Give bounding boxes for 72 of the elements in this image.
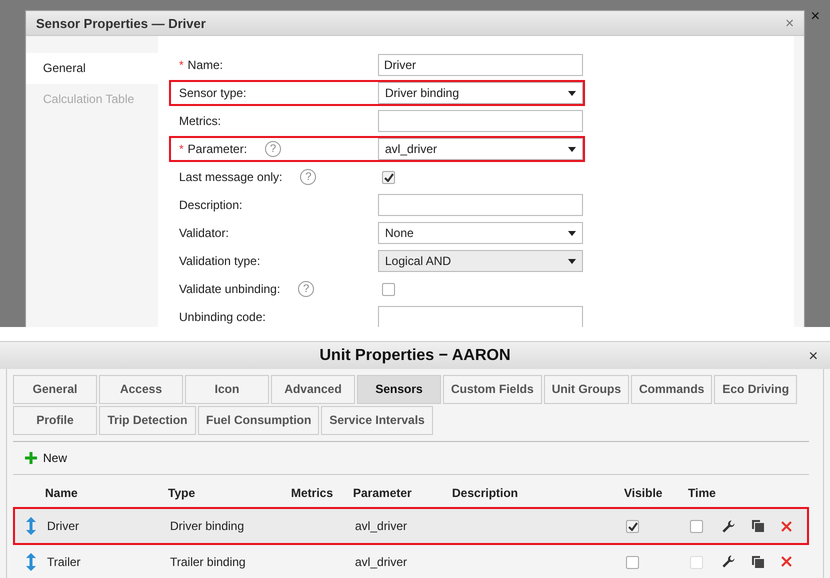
dropdown[interactable]: avl_driver xyxy=(378,138,583,160)
checkbox[interactable] xyxy=(382,283,396,296)
checkbox[interactable] xyxy=(626,556,639,569)
dialog-title: Sensor Properties — Driver xyxy=(36,16,206,30)
tab[interactable]: Fuel Consumption xyxy=(198,406,320,435)
tab[interactable]: Trip Detection xyxy=(99,406,196,435)
tab[interactable]: Icon xyxy=(185,375,269,404)
help-icon[interactable]: ? xyxy=(298,281,314,297)
caret-icon[interactable] xyxy=(568,146,576,152)
window-title: Unit Properties − AARON xyxy=(320,346,510,364)
column-header: Parameter xyxy=(353,486,413,500)
required-mark: * xyxy=(179,142,184,156)
tab[interactable]: Unit Groups xyxy=(544,375,630,404)
input-field[interactable] xyxy=(378,110,583,132)
delete-icon[interactable] xyxy=(781,556,792,567)
copy-icon[interactable] xyxy=(752,556,764,568)
input-field[interactable]: Driver xyxy=(378,54,583,76)
plus-icon[interactable] xyxy=(25,452,37,464)
checkbox[interactable] xyxy=(382,171,396,184)
table-cell-text: Trailer xyxy=(47,554,82,568)
close-button[interactable]: × xyxy=(810,9,820,25)
tab[interactable]: Access xyxy=(99,375,183,404)
field-label: Unbinding code: xyxy=(179,310,266,324)
help-icon[interactable]: ? xyxy=(300,169,316,185)
tab[interactable]: General xyxy=(13,375,97,404)
wrench-icon[interactable] xyxy=(722,555,735,568)
required-mark: * xyxy=(179,58,184,72)
copy-icon[interactable] xyxy=(752,520,764,532)
column-header: Type xyxy=(168,486,196,500)
field-label: Validation type: xyxy=(179,254,260,268)
field-label: Last message only: xyxy=(179,170,282,184)
tab[interactable]: Commands xyxy=(631,375,712,404)
table-cell-text: Driver binding xyxy=(170,519,246,533)
tab[interactable]: Sensors xyxy=(357,375,441,404)
tab[interactable]: Profile xyxy=(13,406,97,435)
table-cell-text: Driver xyxy=(47,519,80,533)
tab[interactable]: General xyxy=(26,53,158,84)
new-button[interactable]: New xyxy=(23,449,70,467)
checkbox[interactable] xyxy=(626,520,639,534)
tab[interactable]: Service Intervals xyxy=(321,406,433,435)
dropdown[interactable]: None xyxy=(378,222,583,244)
field-label: Parameter: xyxy=(188,142,248,156)
column-header: Description xyxy=(452,486,520,500)
close-button[interactable]: × xyxy=(808,348,818,366)
wrench-icon[interactable] xyxy=(722,520,735,532)
tab[interactable]: Custom Fields xyxy=(443,375,542,404)
caret-icon[interactable] xyxy=(568,230,576,236)
field-label: Description: xyxy=(179,198,242,212)
column-header: Metrics xyxy=(291,486,334,500)
delete-icon[interactable] xyxy=(781,520,792,532)
column-header: Name xyxy=(45,486,79,500)
input-field[interactable] xyxy=(378,194,583,216)
input-field[interactable] xyxy=(378,306,583,327)
column-header: Visible xyxy=(623,486,664,500)
tab[interactable]: Advanced xyxy=(271,375,355,404)
updown-arrow-icon[interactable] xyxy=(26,517,36,535)
updown-arrow-icon[interactable] xyxy=(26,552,36,570)
table-cell-text: avl_driver xyxy=(355,554,408,568)
close-button[interactable]: × xyxy=(785,14,794,32)
checkbox[interactable] xyxy=(690,520,703,534)
tab[interactable]: Eco Driving xyxy=(714,375,798,404)
table-cell-text: Trailer binding xyxy=(170,554,247,568)
table-cell-text: avl_driver xyxy=(355,519,408,533)
field-label: Sensor type: xyxy=(179,86,246,100)
field-label: Metrics: xyxy=(179,114,221,128)
field-label: Name: xyxy=(188,58,224,72)
column-header: Time xyxy=(687,486,717,500)
dropdown[interactable]: Driver binding xyxy=(378,82,583,104)
help-icon[interactable]: ? xyxy=(265,141,282,157)
caret-icon[interactable] xyxy=(568,90,576,96)
field-label: Validator: xyxy=(179,226,229,240)
field-label: Validate unbinding: xyxy=(179,282,280,296)
